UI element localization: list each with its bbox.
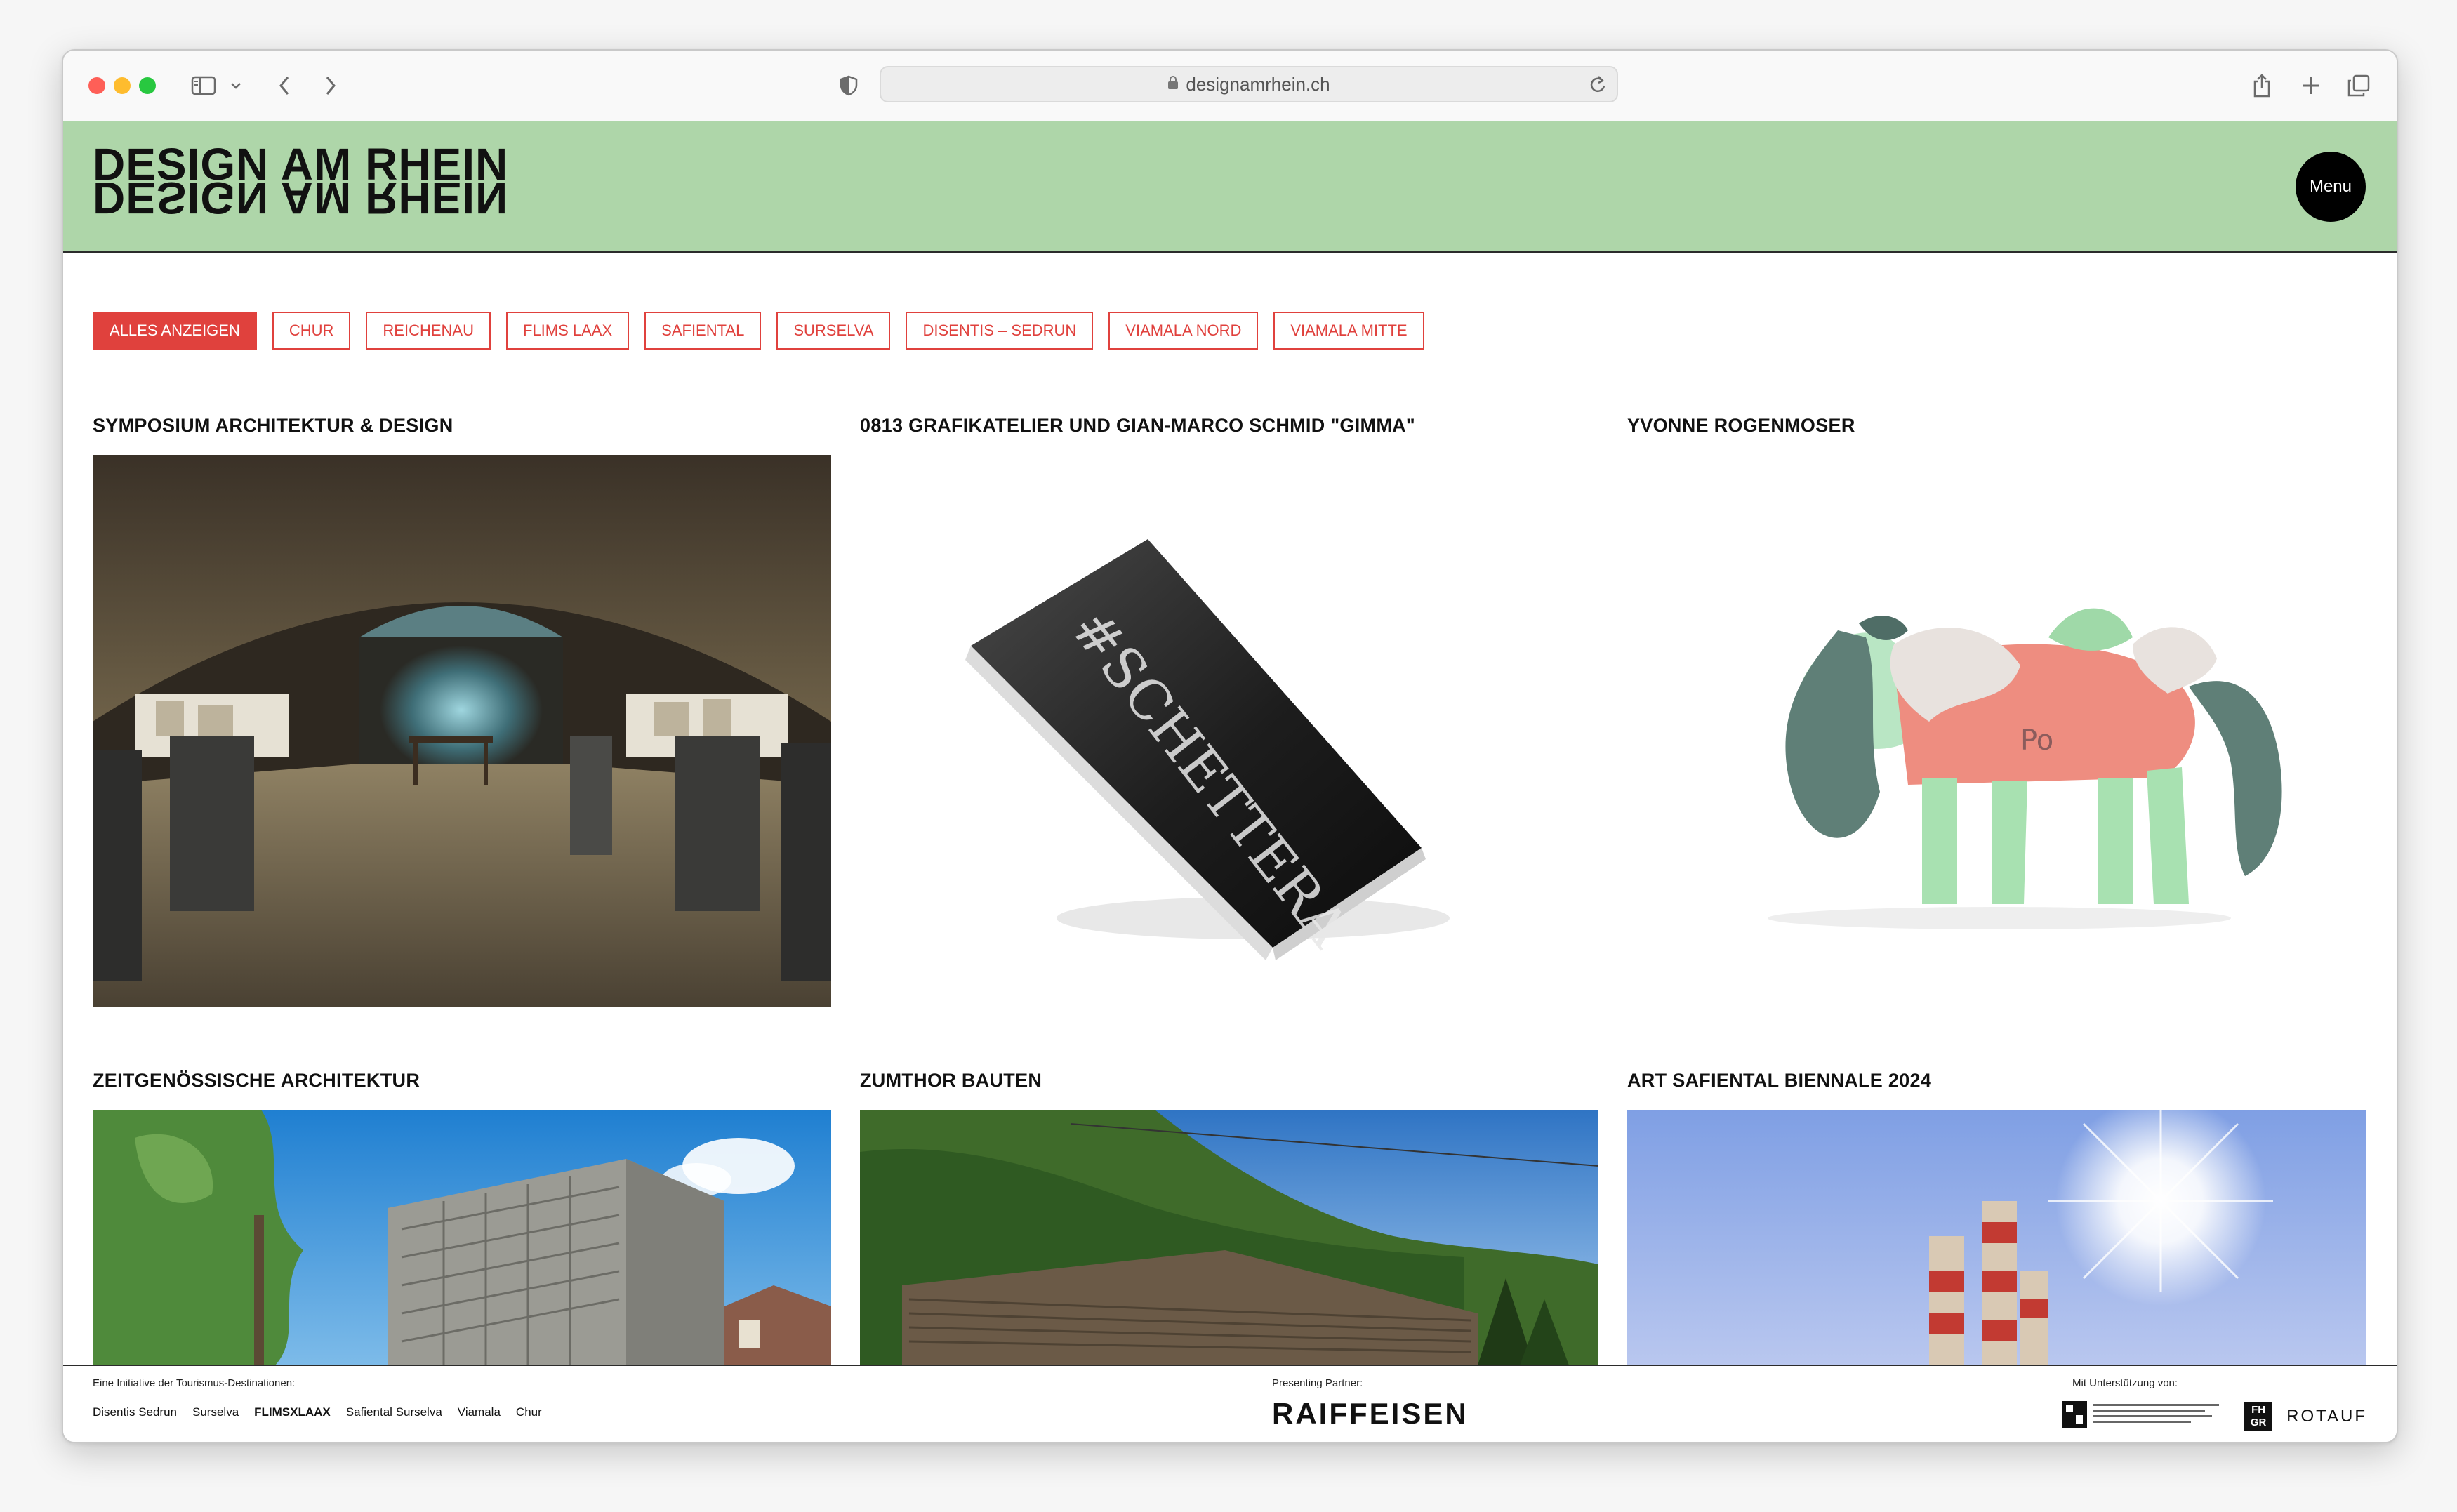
destination-logo[interactable]: Surselva xyxy=(192,1405,239,1419)
filter-chur[interactable]: CHUR xyxy=(272,312,351,350)
filter-reichenau[interactable]: REICHENAU xyxy=(366,312,491,350)
ceramic-pony-sculpture-image[interactable]: Po xyxy=(1627,455,2366,1007)
concrete-grid-building-image[interactable] xyxy=(93,1110,831,1365)
chevron-down-icon[interactable] xyxy=(229,72,243,100)
reload-icon[interactable] xyxy=(1589,74,1607,98)
forward-arrow-icon[interactable] xyxy=(320,72,341,100)
card-symposium[interactable]: SYMPOSIUM ARCHITEKTUR & DESIGN xyxy=(93,411,831,1007)
fhgr-logo[interactable]: FH GR xyxy=(2244,1401,2273,1431)
privacy-shield-icon[interactable] xyxy=(838,72,859,100)
filter-safiental[interactable]: SAFIENTAL xyxy=(644,312,762,350)
card-title[interactable]: ZUMTHOR BAUTEN xyxy=(860,1066,1598,1094)
rotauf-logo[interactable]: ROTAUF xyxy=(2286,1407,2367,1426)
card-title[interactable]: SYMPOSIUM ARCHITEKTUR & DESIGN xyxy=(93,411,831,439)
menu-button[interactable]: Menu xyxy=(2296,152,2366,222)
site-header: DESIGN AM RHEIN DESIGN AM RHEIN Menu xyxy=(63,121,2397,253)
filter-disentis-sedrun[interactable]: DISENTIS – SEDRUN xyxy=(906,312,1094,350)
partner-label: Presenting Partner: xyxy=(1272,1377,1363,1389)
back-arrow-icon[interactable] xyxy=(274,72,295,100)
tab-overview-icon[interactable] xyxy=(2345,72,2373,100)
url-text: designamrhein.ch xyxy=(1186,74,1330,95)
wooden-building-mountain-image[interactable] xyxy=(860,1110,1598,1365)
sculpture-text: Po xyxy=(2020,724,2053,757)
destination-logo[interactable]: Chur xyxy=(516,1405,542,1419)
filter-viamala-mitte[interactable]: VIAMALA MITTE xyxy=(1273,312,1424,350)
support-label: Mit Unterstützung von: xyxy=(2072,1377,2178,1389)
support-logos: FH GR ROTAUF xyxy=(2062,1400,2367,1433)
filter-viamala-nord[interactable]: VIAMALA NORD xyxy=(1108,312,1259,350)
destination-logos: Disentis Sedrun Surselva FLIMSXLAAX Safi… xyxy=(93,1405,542,1419)
browser-window: designamrhein.ch DESIGN AM RHEIN DESIGN … xyxy=(62,49,2398,1443)
initiative-label: Eine Initiative der Tourismus-Destinatio… xyxy=(93,1377,296,1389)
filter-flims-laax[interactable]: FLIMS LAAX xyxy=(506,312,630,350)
minimize-window-button[interactable] xyxy=(114,77,131,94)
sidebar-toggle-icon[interactable] xyxy=(190,72,218,100)
destination-logo[interactable]: Safiental Surselva xyxy=(346,1405,442,1419)
card-title[interactable]: ART SAFIENTAL BIENNALE 2024 xyxy=(1627,1066,2366,1094)
raiffeisen-logo[interactable]: RAIFFEISEN xyxy=(1272,1397,1469,1431)
destination-logo[interactable]: FLIMSXLAAX xyxy=(254,1405,331,1419)
vaulted-cellar-exhibition-image[interactable] xyxy=(93,455,831,1007)
zoom-window-button[interactable] xyxy=(139,77,156,94)
destination-logo[interactable]: Disentis Sedrun xyxy=(93,1405,177,1419)
lock-icon xyxy=(1167,67,1179,100)
share-icon[interactable] xyxy=(2248,72,2276,100)
striped-pillars-sun-image[interactable] xyxy=(1627,1110,2366,1365)
filter-alles-anzeigen[interactable]: ALLES ANZEIGEN xyxy=(93,312,257,350)
address-bar[interactable]: designamrhein.ch xyxy=(880,66,1618,102)
destination-logo[interactable]: Viamala xyxy=(458,1405,501,1419)
card-zumthor-bauten[interactable]: ZUMTHOR BAUTEN xyxy=(860,1066,1598,1365)
graubuenden-culture-logo[interactable] xyxy=(2062,1400,2230,1433)
card-gimma[interactable]: 0813 GRAFIKATELIER UND GIAN-MARCO SCHMID… xyxy=(860,411,1598,1007)
card-title[interactable]: YVONNE ROGENMOSER xyxy=(1627,411,2366,439)
site-logo[interactable]: DESIGN AM RHEIN DESIGN AM RHEIN xyxy=(93,142,508,223)
close-window-button[interactable] xyxy=(88,77,105,94)
filter-surselva[interactable]: SURSELVA xyxy=(776,312,891,350)
new-tab-plus-icon[interactable] xyxy=(2297,72,2325,100)
card-zeitgenoessische-architektur[interactable]: ZEITGENÖSSISCHE ARCHITEKTUR xyxy=(93,1066,831,1365)
region-filter-bar: ALLES ANZEIGEN CHUR REICHENAU FLIMS LAAX… xyxy=(93,312,1424,350)
card-title[interactable]: ZEITGENÖSSISCHE ARCHITEKTUR xyxy=(93,1066,831,1094)
black-book-mockup-image[interactable]: #SCHETTERA xyxy=(860,455,1598,1007)
card-art-safiental-biennale[interactable]: ART SAFIENTAL BIENNALE 2024 xyxy=(1627,1066,2366,1365)
card-yvonne[interactable]: YVONNE ROGENMOSER Po xyxy=(1627,411,2366,1007)
site-footer: Eine Initiative der Tourismus-Destinatio… xyxy=(63,1365,2397,1442)
card-title[interactable]: 0813 GRAFIKATELIER UND GIAN-MARCO SCHMID… xyxy=(860,411,1598,439)
browser-toolbar: designamrhein.ch xyxy=(63,51,2397,122)
